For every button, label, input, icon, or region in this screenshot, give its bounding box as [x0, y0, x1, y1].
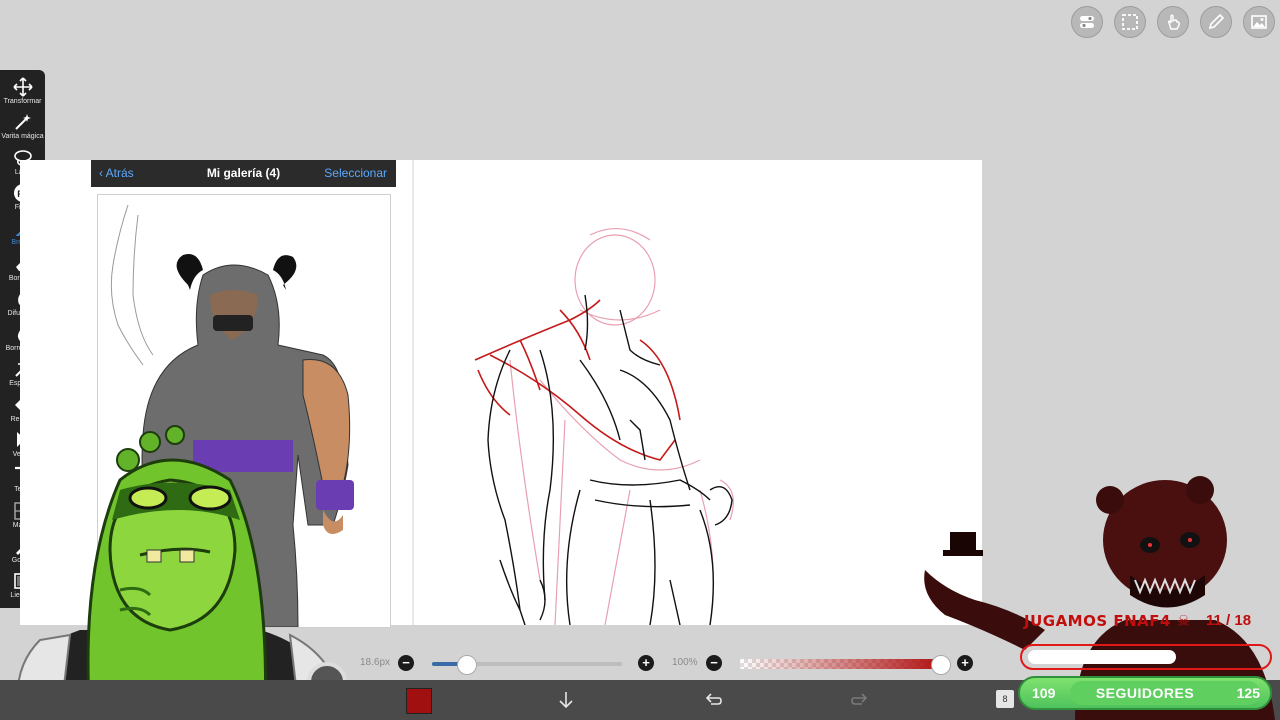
gallery-select-button[interactable]: Seleccionar	[324, 166, 387, 180]
selection-button[interactable]	[1114, 6, 1146, 38]
undo-icon[interactable]	[703, 690, 723, 710]
move-icon	[12, 77, 33, 97]
download-arrow-icon[interactable]	[556, 690, 576, 710]
size-slider-handle[interactable]	[457, 655, 478, 675]
pen-icon	[1208, 13, 1225, 30]
selection-icon	[1122, 14, 1138, 30]
pen-button[interactable]	[1200, 6, 1232, 38]
layers-toggle-button[interactable]	[1071, 6, 1103, 38]
image-button[interactable]	[1243, 6, 1275, 38]
size-increase-button[interactable]: +	[638, 655, 654, 671]
followers-goal: 125	[1236, 685, 1260, 701]
followers-label: SEGUIDORES	[1095, 685, 1195, 701]
opacity-value: 100%	[672, 657, 698, 668]
stream-goal-count: 11 / 18	[1206, 612, 1252, 629]
opacity-decrease-button[interactable]: −	[706, 655, 722, 671]
tool-label: Transformar	[3, 98, 42, 105]
tool-move[interactable]: Transformar	[0, 77, 45, 112]
size-slider-track[interactable]	[432, 655, 622, 675]
brush-size-value: 18.6px	[360, 657, 391, 668]
gesture-button[interactable]	[1157, 6, 1189, 38]
color-swatch[interactable]	[406, 688, 432, 714]
tool-magic-wand[interactable]: Varita mágica	[0, 112, 45, 147]
gallery-header: ‹ Atrás Mi galería (4) Seleccionar	[91, 160, 396, 187]
stream-title: JUGAMOS FNAF4 ☠	[1024, 612, 1191, 630]
magic-wand-icon	[13, 112, 33, 132]
tool-label: Varita mágica	[1, 133, 44, 141]
image-icon	[1251, 15, 1267, 29]
layers-toggle-icon	[1080, 16, 1094, 28]
goal-progress-fill	[1028, 650, 1176, 664]
size-decrease-button[interactable]: −	[398, 655, 414, 671]
followers-counter: 109 SEGUIDORES 125	[1018, 676, 1272, 710]
redo-icon[interactable]	[850, 690, 870, 710]
gesture-icon	[1167, 14, 1181, 30]
